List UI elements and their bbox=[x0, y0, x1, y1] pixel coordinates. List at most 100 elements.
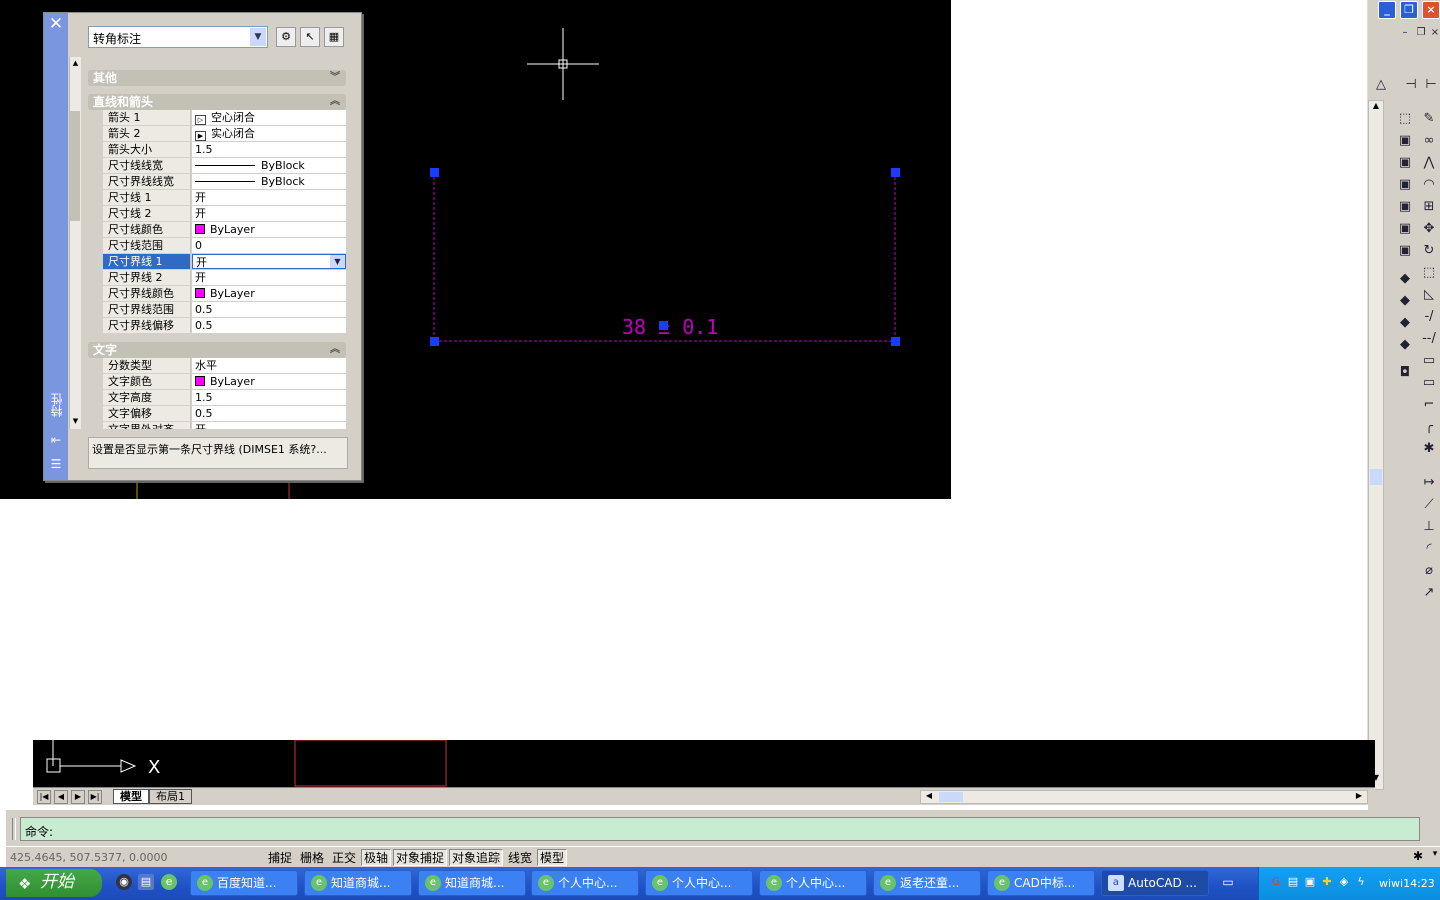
sphere-icon[interactable]: ◆ bbox=[1396, 336, 1414, 354]
chevron-down-icon[interactable]: ▼ bbox=[250, 28, 266, 46]
array-icon[interactable]: ⊞ bbox=[1420, 198, 1438, 216]
task-button[interactable]: e 个人中心... bbox=[645, 870, 753, 896]
vertical-scrollbar[interactable]: ▲ ▼ bbox=[1368, 100, 1384, 790]
task-button[interactable]: e 知道商城... bbox=[304, 870, 412, 896]
prop-row-dimline2[interactable]: 尺寸线 2 开 bbox=[103, 206, 346, 222]
drawing-canvas-lower[interactable]: X bbox=[33, 740, 1375, 787]
tab-layout1[interactable]: 布局1 bbox=[149, 789, 192, 804]
last-tab-icon[interactable]: ▶| bbox=[88, 790, 102, 804]
grid-toggle[interactable]: 栅格 bbox=[297, 849, 328, 866]
task-button-autocad[interactable]: a AutoCAD ... bbox=[1101, 870, 1209, 896]
prop-value[interactable]: 开 bbox=[192, 422, 346, 429]
status-menu-icon[interactable]: ▾ bbox=[1430, 849, 1440, 865]
snap-toggle[interactable]: 捕捉 bbox=[265, 849, 296, 866]
doc-close-icon[interactable]: × bbox=[1426, 24, 1440, 42]
sphere-icon[interactable]: ◆ bbox=[1396, 270, 1414, 288]
box-icon[interactable]: ⬚ bbox=[1396, 110, 1414, 128]
offset-icon[interactable]: ◠ bbox=[1420, 176, 1438, 194]
scroll-up-icon[interactable]: ▲ bbox=[70, 59, 81, 67]
start-button[interactable]: ❖ 开始 bbox=[6, 869, 102, 897]
prop-value[interactable]: 0.5 bbox=[192, 302, 346, 317]
chevron-down-icon[interactable]: ▼ bbox=[330, 255, 345, 268]
palette-titlebar[interactable]: ✕ 特性 ⇤ ☰ bbox=[44, 13, 68, 480]
command-input[interactable]: 命令: bbox=[20, 817, 1420, 841]
chevron-collapse-icon[interactable]: ︽ bbox=[330, 342, 340, 358]
tray-shield-icon[interactable]: ◈ bbox=[1337, 875, 1351, 889]
extend-icon[interactable]: --/ bbox=[1420, 330, 1438, 348]
cube-icon[interactable]: ▣ bbox=[1396, 176, 1414, 194]
scroll-up-icon[interactable]: ▲ bbox=[1370, 101, 1382, 115]
prop-value[interactable]: ByLayer bbox=[192, 222, 346, 237]
aligned-icon[interactable]: ⊢ bbox=[1422, 76, 1440, 94]
otrack-toggle[interactable]: 对象追踪 bbox=[449, 849, 504, 866]
prop-row-extline-weight[interactable]: 尺寸界线线宽 ByBlock bbox=[103, 174, 346, 190]
osnap-toggle[interactable]: 对象捕捉 bbox=[393, 849, 448, 866]
prop-value[interactable]: 开 bbox=[192, 270, 346, 285]
prop-value[interactable]: 水平 bbox=[192, 358, 346, 373]
tray-display-icon[interactable]: ▣ bbox=[1303, 875, 1317, 889]
category-other[interactable]: 其他 ︾ bbox=[88, 70, 346, 86]
break-icon[interactable]: ▭ bbox=[1420, 352, 1438, 370]
autohide-icon[interactable]: ⇤ bbox=[48, 433, 64, 447]
next-tab-icon[interactable]: ▶ bbox=[71, 790, 85, 804]
prop-row-extline-offset[interactable]: 尺寸界线偏移 0.5 bbox=[103, 318, 346, 334]
cube-icon[interactable]: ▣ bbox=[1396, 220, 1414, 238]
leader-icon[interactable]: ↗ bbox=[1420, 584, 1438, 602]
pencil-icon[interactable]: ✎ bbox=[1420, 110, 1438, 128]
scale-icon[interactable]: ⬚ bbox=[1420, 264, 1438, 282]
scroll-left-icon[interactable]: ◀ bbox=[923, 791, 935, 800]
task-button[interactable]: e 个人中心... bbox=[531, 870, 639, 896]
prop-value[interactable]: ByLayer bbox=[192, 286, 346, 301]
prop-value[interactable]: ▶ 实心闭合 bbox=[192, 126, 346, 141]
prop-value[interactable]: 1.5 bbox=[192, 390, 346, 405]
chevron-collapse-icon[interactable]: ︽ bbox=[330, 94, 340, 110]
task-button[interactable]: e CAD中标... bbox=[987, 870, 1095, 896]
move-icon[interactable]: ✥ bbox=[1420, 220, 1438, 238]
category-lines-arrows[interactable]: 直线和箭头 ︽ bbox=[88, 94, 346, 110]
tray-messenger-icon[interactable]: ϟ bbox=[1354, 875, 1368, 889]
prop-value[interactable]: ByLayer bbox=[192, 374, 346, 389]
palette-menu-icon[interactable]: ☰ bbox=[48, 457, 64, 471]
tray-settings-icon[interactable]: ✱ bbox=[1410, 849, 1426, 865]
prop-value[interactable]: 开 bbox=[192, 206, 346, 221]
prop-row-dimline-color[interactable]: 尺寸线颜色 ByLayer bbox=[103, 222, 346, 238]
tray-security-icon[interactable]: ✚ bbox=[1320, 875, 1334, 889]
camera-icon[interactable]: ◘ bbox=[1396, 364, 1414, 382]
aligned-dim-icon[interactable]: ⟋ bbox=[1420, 496, 1438, 514]
prop-value[interactable]: 0.5 bbox=[192, 318, 346, 333]
prop-value-select[interactable]: 开 ▼ bbox=[192, 254, 346, 269]
rotate-icon[interactable]: ↻ bbox=[1420, 242, 1438, 260]
tray-network-icon[interactable]: ▤ bbox=[1286, 875, 1300, 889]
polar-toggle[interactable]: 极轴 bbox=[361, 849, 392, 866]
prop-row-arrow-size[interactable]: 箭头大小 1.5 bbox=[103, 142, 346, 158]
prev-tab-icon[interactable]: ◀ bbox=[54, 790, 68, 804]
keyboard-icon[interactable]: ▭ bbox=[1220, 875, 1236, 891]
close-icon[interactable]: ✕ bbox=[47, 15, 65, 33]
hscroll-thumb[interactable] bbox=[939, 792, 963, 802]
prop-row-text-offset[interactable]: 文字偏移 0.5 bbox=[103, 406, 346, 422]
explode-icon[interactable]: ✱ bbox=[1420, 440, 1438, 458]
select-objects-icon[interactable]: ↖ bbox=[300, 27, 320, 47]
prop-value[interactable]: 0 bbox=[192, 238, 346, 253]
prop-row-arrow1[interactable]: 箭头 1 ▷ 空心闭合 bbox=[103, 110, 346, 126]
toggle-pickadd-icon[interactable]: ⚙ bbox=[276, 27, 296, 47]
prop-row-dimline1[interactable]: 尺寸线 1 开 bbox=[103, 190, 346, 206]
quicklaunch-browser-icon[interactable]: e bbox=[161, 874, 177, 890]
prop-row-text-color[interactable]: 文字颜色 ByLayer bbox=[103, 374, 346, 390]
restore-icon[interactable]: ❐ bbox=[1400, 1, 1418, 19]
quick-select-icon[interactable]: ▦ bbox=[324, 27, 344, 47]
cube-icon[interactable]: ▣ bbox=[1396, 242, 1414, 260]
object-type-select[interactable]: 转角标注 ▼ bbox=[88, 26, 268, 48]
first-tab-icon[interactable]: |◀ bbox=[37, 790, 51, 804]
palette-scroll-thumb[interactable] bbox=[70, 111, 80, 221]
sphere-icon[interactable]: ◆ bbox=[1396, 314, 1414, 332]
dimension-icon[interactable]: ⊣ bbox=[1402, 76, 1420, 94]
chevron-expand-icon[interactable]: ︾ bbox=[330, 70, 340, 86]
selected-dimension[interactable]: 38 ± 0.1 bbox=[430, 168, 900, 346]
prop-row-text-height[interactable]: 文字高度 1.5 bbox=[103, 390, 346, 406]
sphere-icon[interactable]: ◆ bbox=[1396, 292, 1414, 310]
prop-row-dimline-extend[interactable]: 尺寸线范围 0 bbox=[103, 238, 346, 254]
diameter-dim-icon[interactable]: ⌀ bbox=[1420, 562, 1438, 580]
tray-app-icon[interactable]: G bbox=[1269, 875, 1283, 889]
tab-model[interactable]: 模型 bbox=[113, 789, 149, 804]
